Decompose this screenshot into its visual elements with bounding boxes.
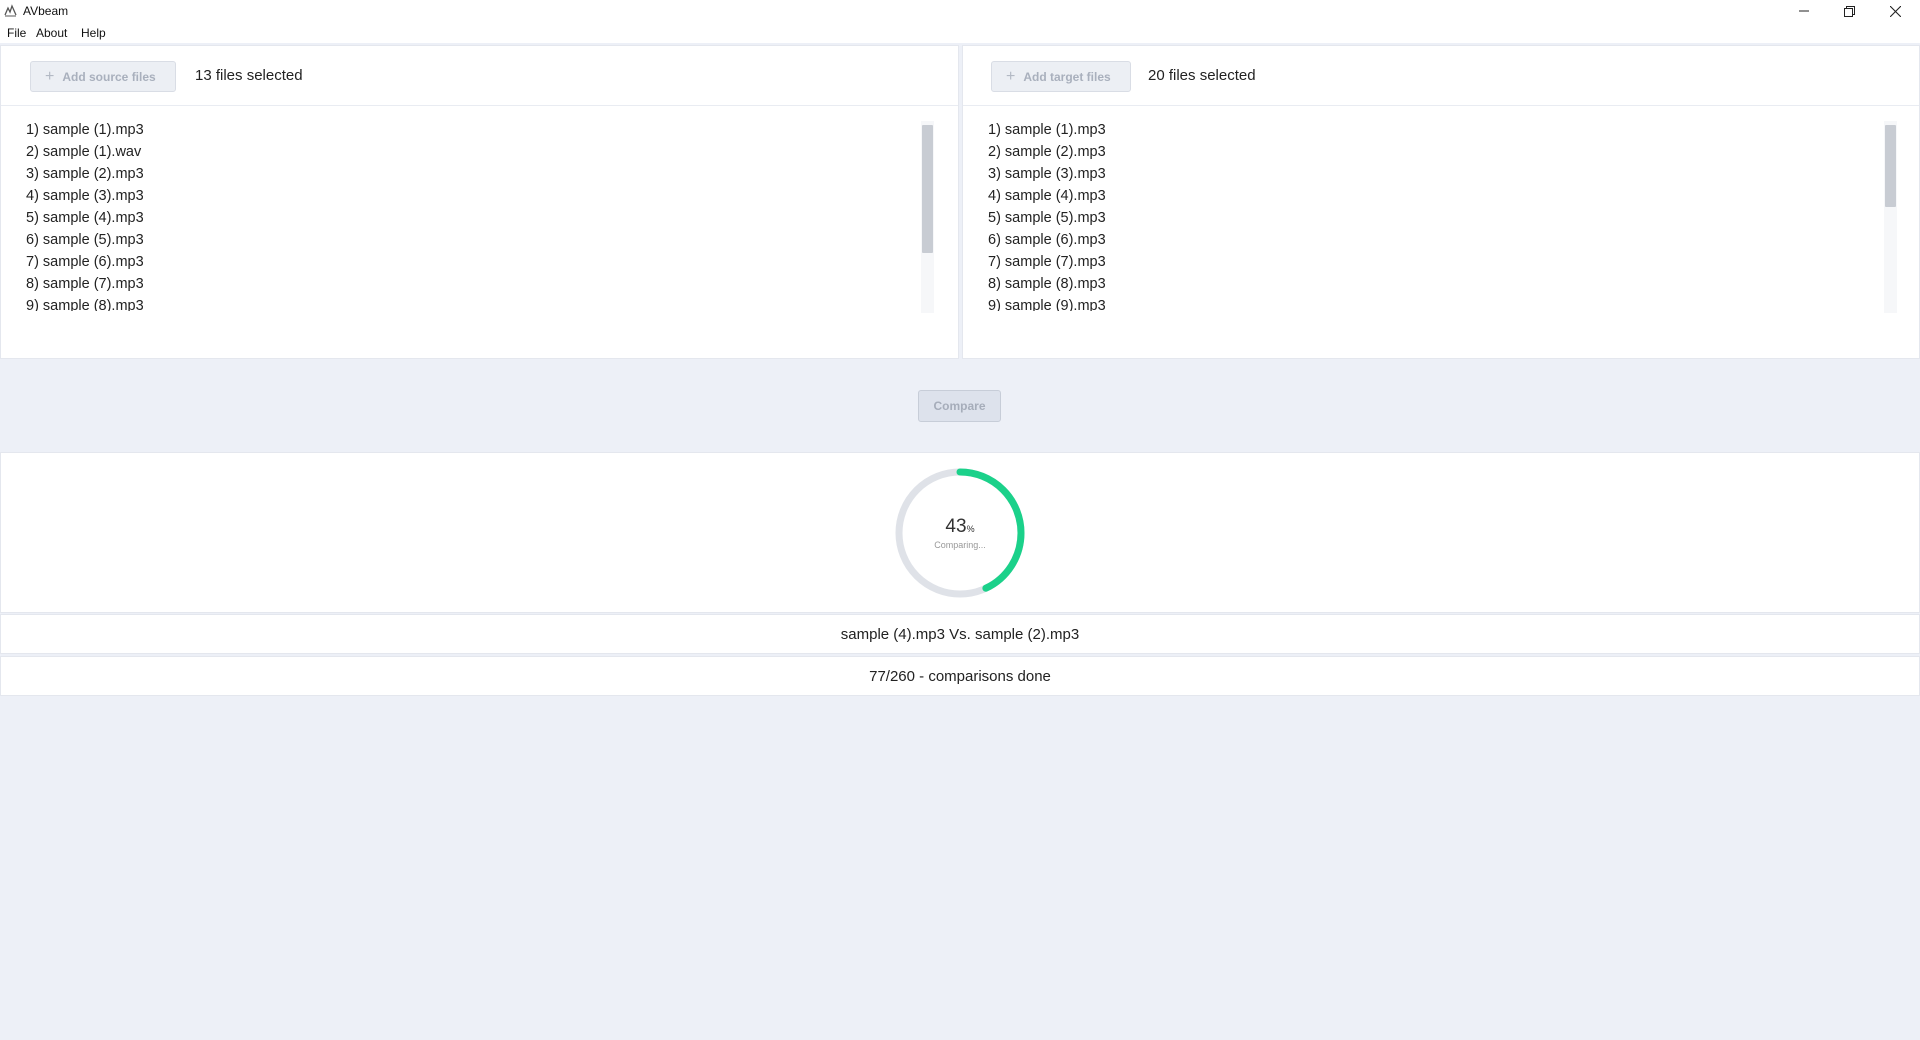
list-item: 3) sample (2).mp3	[26, 166, 144, 182]
close-icon	[1889, 5, 1901, 17]
target-scrollbar-thumb[interactable]	[1885, 125, 1896, 207]
target-file-list[interactable]: 1) sample (1).mp3 2) sample (2).mp3 3) s…	[988, 119, 1868, 311]
target-panel-header: + Add target files 20 files selected	[963, 46, 1919, 106]
list-item: 8) sample (8).mp3	[988, 276, 1106, 292]
list-item: 9) sample (8).mp3	[26, 298, 144, 311]
list-item: 4) sample (3).mp3	[26, 188, 144, 204]
compare-button[interactable]: Compare	[918, 390, 1001, 422]
add-target-files-label: Add target files	[1023, 69, 1111, 84]
progress-readout: 43% Comparing...	[894, 467, 1026, 599]
progress-percent-value: 43	[945, 515, 967, 537]
list-item: 2) sample (2).mp3	[988, 144, 1106, 160]
current-comparison: sample (4).mp3 Vs. sample (2).mp3	[0, 614, 1920, 654]
list-item: 5) sample (5).mp3	[988, 210, 1106, 226]
avbeam-logo-icon	[4, 4, 17, 17]
list-item: 5) sample (4).mp3	[26, 210, 144, 226]
source-file-list[interactable]: 1) sample (1).mp3 2) sample (1).wav 3) s…	[26, 119, 906, 311]
menu-about[interactable]: About	[36, 26, 67, 40]
plus-icon: +	[45, 67, 55, 85]
list-item: 1) sample (1).mp3	[26, 122, 144, 138]
menu-bar: File About Help	[0, 22, 1920, 43]
source-scrollbar[interactable]	[921, 121, 934, 313]
target-panel: + Add target files 20 files selected 1) …	[962, 45, 1920, 359]
list-item: 1) sample (1).mp3	[988, 122, 1106, 138]
add-source-files-button[interactable]: + Add source files	[30, 61, 176, 92]
progress-percent-symbol: %	[966, 523, 975, 534]
progress-status: Comparing...	[934, 539, 986, 550]
source-panel: + Add source files 13 files selected 1) …	[0, 45, 959, 359]
list-item: 7) sample (6).mp3	[26, 254, 144, 270]
progress-card: 43% Comparing...	[0, 452, 1920, 613]
list-item: 4) sample (4).mp3	[988, 188, 1106, 204]
target-scrollbar[interactable]	[1884, 121, 1897, 313]
list-item: 9) sample (9).mp3	[988, 298, 1106, 311]
source-scrollbar-thumb[interactable]	[922, 125, 933, 253]
list-item: 7) sample (7).mp3	[988, 254, 1106, 270]
list-item: 6) sample (5).mp3	[26, 232, 144, 248]
restore-icon	[1843, 5, 1855, 17]
minimize-icon	[1799, 10, 1809, 12]
list-item: 3) sample (3).mp3	[988, 166, 1106, 182]
close-button[interactable]	[1872, 0, 1918, 22]
list-item: 2) sample (1).wav	[26, 144, 142, 160]
target-files-count: 20 files selected	[1148, 67, 1256, 84]
progress-percent: 43%	[945, 515, 975, 539]
title-bar: AVbeam	[0, 0, 1920, 22]
add-source-files-label: Add source files	[62, 69, 156, 84]
restore-button[interactable]	[1826, 0, 1872, 22]
source-panel-header: + Add source files 13 files selected	[1, 46, 958, 106]
minimize-button[interactable]	[1781, 0, 1827, 22]
menu-file[interactable]: File	[7, 26, 26, 40]
plus-icon: +	[1006, 67, 1016, 85]
window-title: AVbeam	[23, 4, 69, 18]
comparisons-done: 77/260 - comparisons done	[0, 656, 1920, 696]
menu-help[interactable]: Help	[81, 26, 106, 40]
list-item: 8) sample (7).mp3	[26, 276, 144, 292]
source-files-count: 13 files selected	[195, 67, 303, 84]
add-target-files-button[interactable]: + Add target files	[991, 61, 1131, 92]
list-item: 6) sample (6).mp3	[988, 232, 1106, 248]
